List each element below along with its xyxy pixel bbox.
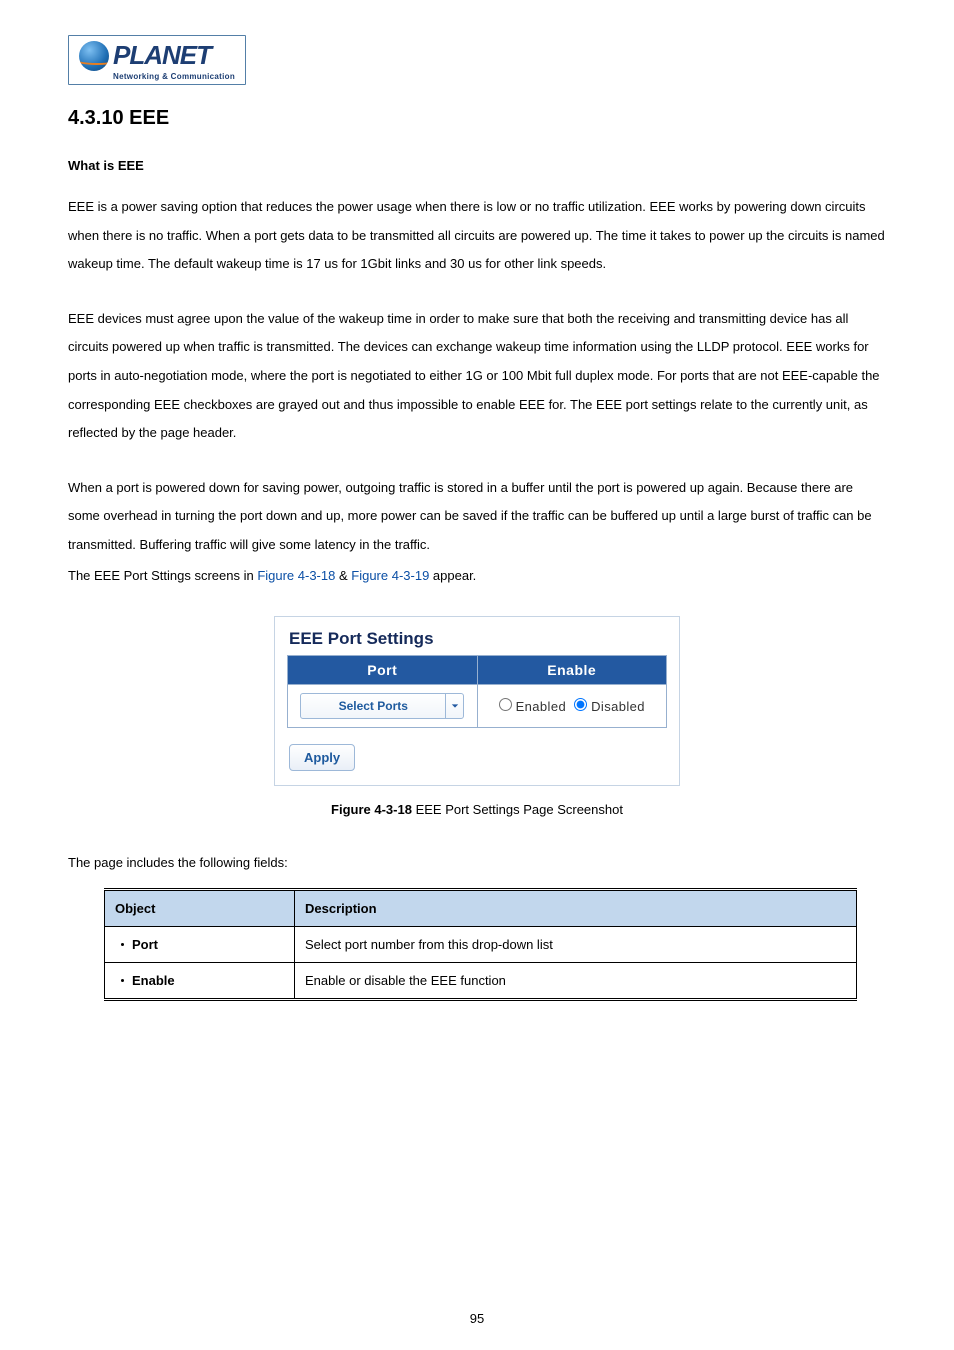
radio-disabled[interactable]: Disabled <box>574 699 645 714</box>
fields-table: Object Description Port Select port numb… <box>104 888 857 1001</box>
p4-mid: & <box>335 568 351 583</box>
globe-icon <box>79 41 109 71</box>
p4-prefix: The EEE Port Sttings screens in <box>68 568 257 583</box>
col-header-port: Port <box>288 656 478 685</box>
port-select-value: Select Ports <box>301 699 445 713</box>
bullet-icon <box>121 979 124 982</box>
obj-port: Port <box>132 937 158 952</box>
figure-caption: Figure 4-3-18 EEE Port Settings Page Scr… <box>68 802 886 817</box>
port-select[interactable]: Select Ports <box>300 693 464 719</box>
radio-enabled[interactable]: Enabled <box>499 699 571 714</box>
apply-button[interactable]: Apply <box>289 744 355 771</box>
logo: PLANET Networking & Communication <box>68 35 886 85</box>
figure-caption-label: Figure 4-3-18 <box>331 802 412 817</box>
fields-head-desc: Description <box>295 890 857 927</box>
logo-brand: PLANET <box>113 44 211 67</box>
figure-link-18[interactable]: Figure 4-3-18 <box>257 568 335 583</box>
figure-link-19[interactable]: Figure 4-3-19 <box>351 568 429 583</box>
logo-box: PLANET Networking & Communication <box>68 35 246 85</box>
figure-caption-text: EEE Port Settings Page Screenshot <box>412 802 623 817</box>
radio-enabled-input[interactable] <box>499 698 512 711</box>
sub-heading: What is EEE <box>68 158 886 173</box>
page-number: 95 <box>0 1311 954 1326</box>
radio-disabled-label: Disabled <box>591 699 645 714</box>
eee-port-settings-panel: EEE Port Settings Port Enable Select Por… <box>274 616 680 786</box>
obj-enable: Enable <box>132 973 175 988</box>
paragraph-1: EEE is a power saving option that reduce… <box>68 193 886 279</box>
panel-title: EEE Port Settings <box>289 629 667 649</box>
p4-suffix: appear. <box>429 568 476 583</box>
desc-enable: Enable or disable the EEE function <box>295 963 857 1000</box>
desc-port: Select port number from this drop-down l… <box>295 927 857 963</box>
enable-radio-group: Enabled Disabled <box>484 698 661 714</box>
chevron-down-icon <box>445 694 463 718</box>
table-row: Port Select port number from this drop-d… <box>105 927 857 963</box>
paragraph-2: EEE devices must agree upon the value of… <box>68 305 886 448</box>
paragraph-3: When a port is powered down for saving p… <box>68 474 886 560</box>
radio-disabled-input[interactable] <box>574 698 587 711</box>
table-row: Enable Enable or disable the EEE functio… <box>105 963 857 1000</box>
fields-intro: The page includes the following fields: <box>68 855 886 870</box>
section-heading: 4.3.10 EEE <box>68 107 886 130</box>
radio-enabled-label: Enabled <box>516 699 567 714</box>
paragraph-4: The EEE Port Sttings screens in Figure 4… <box>68 562 886 591</box>
logo-tagline: Networking & Communication <box>113 72 235 81</box>
bullet-icon <box>121 943 124 946</box>
settings-table: Port Enable Select Ports <box>287 655 667 728</box>
fields-head-object: Object <box>105 890 295 927</box>
col-header-enable: Enable <box>477 656 667 685</box>
